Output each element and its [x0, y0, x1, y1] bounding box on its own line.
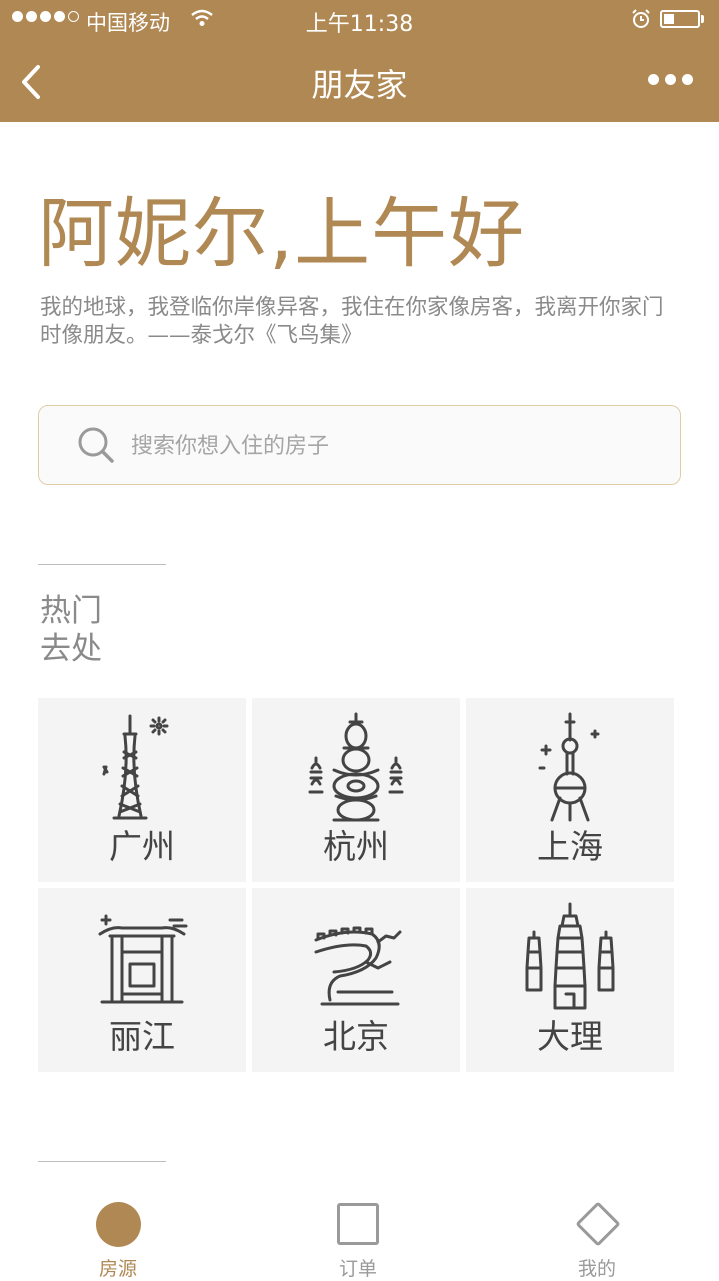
tab-mine[interactable]: 我的 — [537, 1185, 657, 1280]
quote-text: 我的地球，我登临你岸像异客，我住在你家像房客，我离开你家门时像朋友。——泰戈尔《… — [40, 295, 664, 348]
city-tile-shanghai[interactable]: 上海 — [466, 698, 674, 882]
city-name: 丽江 — [109, 1017, 175, 1056]
tab-orders[interactable]: 订单 — [298, 1185, 418, 1280]
status-bar: 中国移动 上午11:38 — [0, 0, 719, 40]
three-pagodas-icon — [525, 902, 615, 1010]
city-name: 北京 — [323, 1017, 389, 1056]
city-name: 杭州 — [323, 827, 389, 866]
city-tile-guangzhou[interactable]: 广州 — [38, 698, 246, 882]
more-menu-icon[interactable] — [648, 74, 693, 85]
city-name: 上海 — [537, 827, 603, 866]
oriental-pearl-tower-icon — [538, 712, 600, 822]
page-title: 朋友家 — [311, 66, 408, 104]
tab-label: 我的 — [577, 1258, 616, 1280]
city-name: 大理 — [537, 1017, 603, 1056]
section-divider — [38, 564, 166, 565]
tab-label: 房源 — [98, 1258, 137, 1280]
city-name: 广州 — [109, 827, 175, 866]
nav-bar: 朋友家 — [0, 40, 719, 122]
city-grid: 广州 杭州 上海 丽江 北京 大理 — [38, 698, 675, 1072]
circle-icon — [96, 1202, 141, 1247]
city-tile-lijiang[interactable]: 丽江 — [38, 888, 246, 1072]
city-tile-hangzhou[interactable]: 杭州 — [252, 698, 460, 882]
battery-icon — [660, 10, 700, 28]
diamond-icon — [575, 1201, 621, 1247]
greeting-heading: 阿妮尔,上午好 — [38, 189, 526, 278]
tab-listings[interactable]: 房源 — [58, 1185, 178, 1280]
canton-tower-icon — [102, 714, 169, 820]
great-wall-icon — [314, 926, 402, 1006]
gate-icon — [98, 914, 188, 1004]
alarm-icon — [632, 9, 650, 28]
tab-bar: 房源 订单 我的 — [0, 1185, 719, 1280]
city-tile-dali[interactable]: 大理 — [466, 888, 674, 1072]
square-icon — [337, 1203, 379, 1245]
search-box[interactable] — [38, 405, 681, 485]
search-icon — [78, 427, 114, 463]
tab-label: 订单 — [338, 1258, 377, 1280]
search-input[interactable] — [129, 420, 653, 472]
section-title: 热门 去处 — [40, 593, 102, 667]
section-divider — [38, 1161, 166, 1162]
pagoda-icon — [308, 712, 404, 822]
city-tile-beijing[interactable]: 北京 — [252, 888, 460, 1072]
status-time: 上午11:38 — [305, 12, 414, 37]
